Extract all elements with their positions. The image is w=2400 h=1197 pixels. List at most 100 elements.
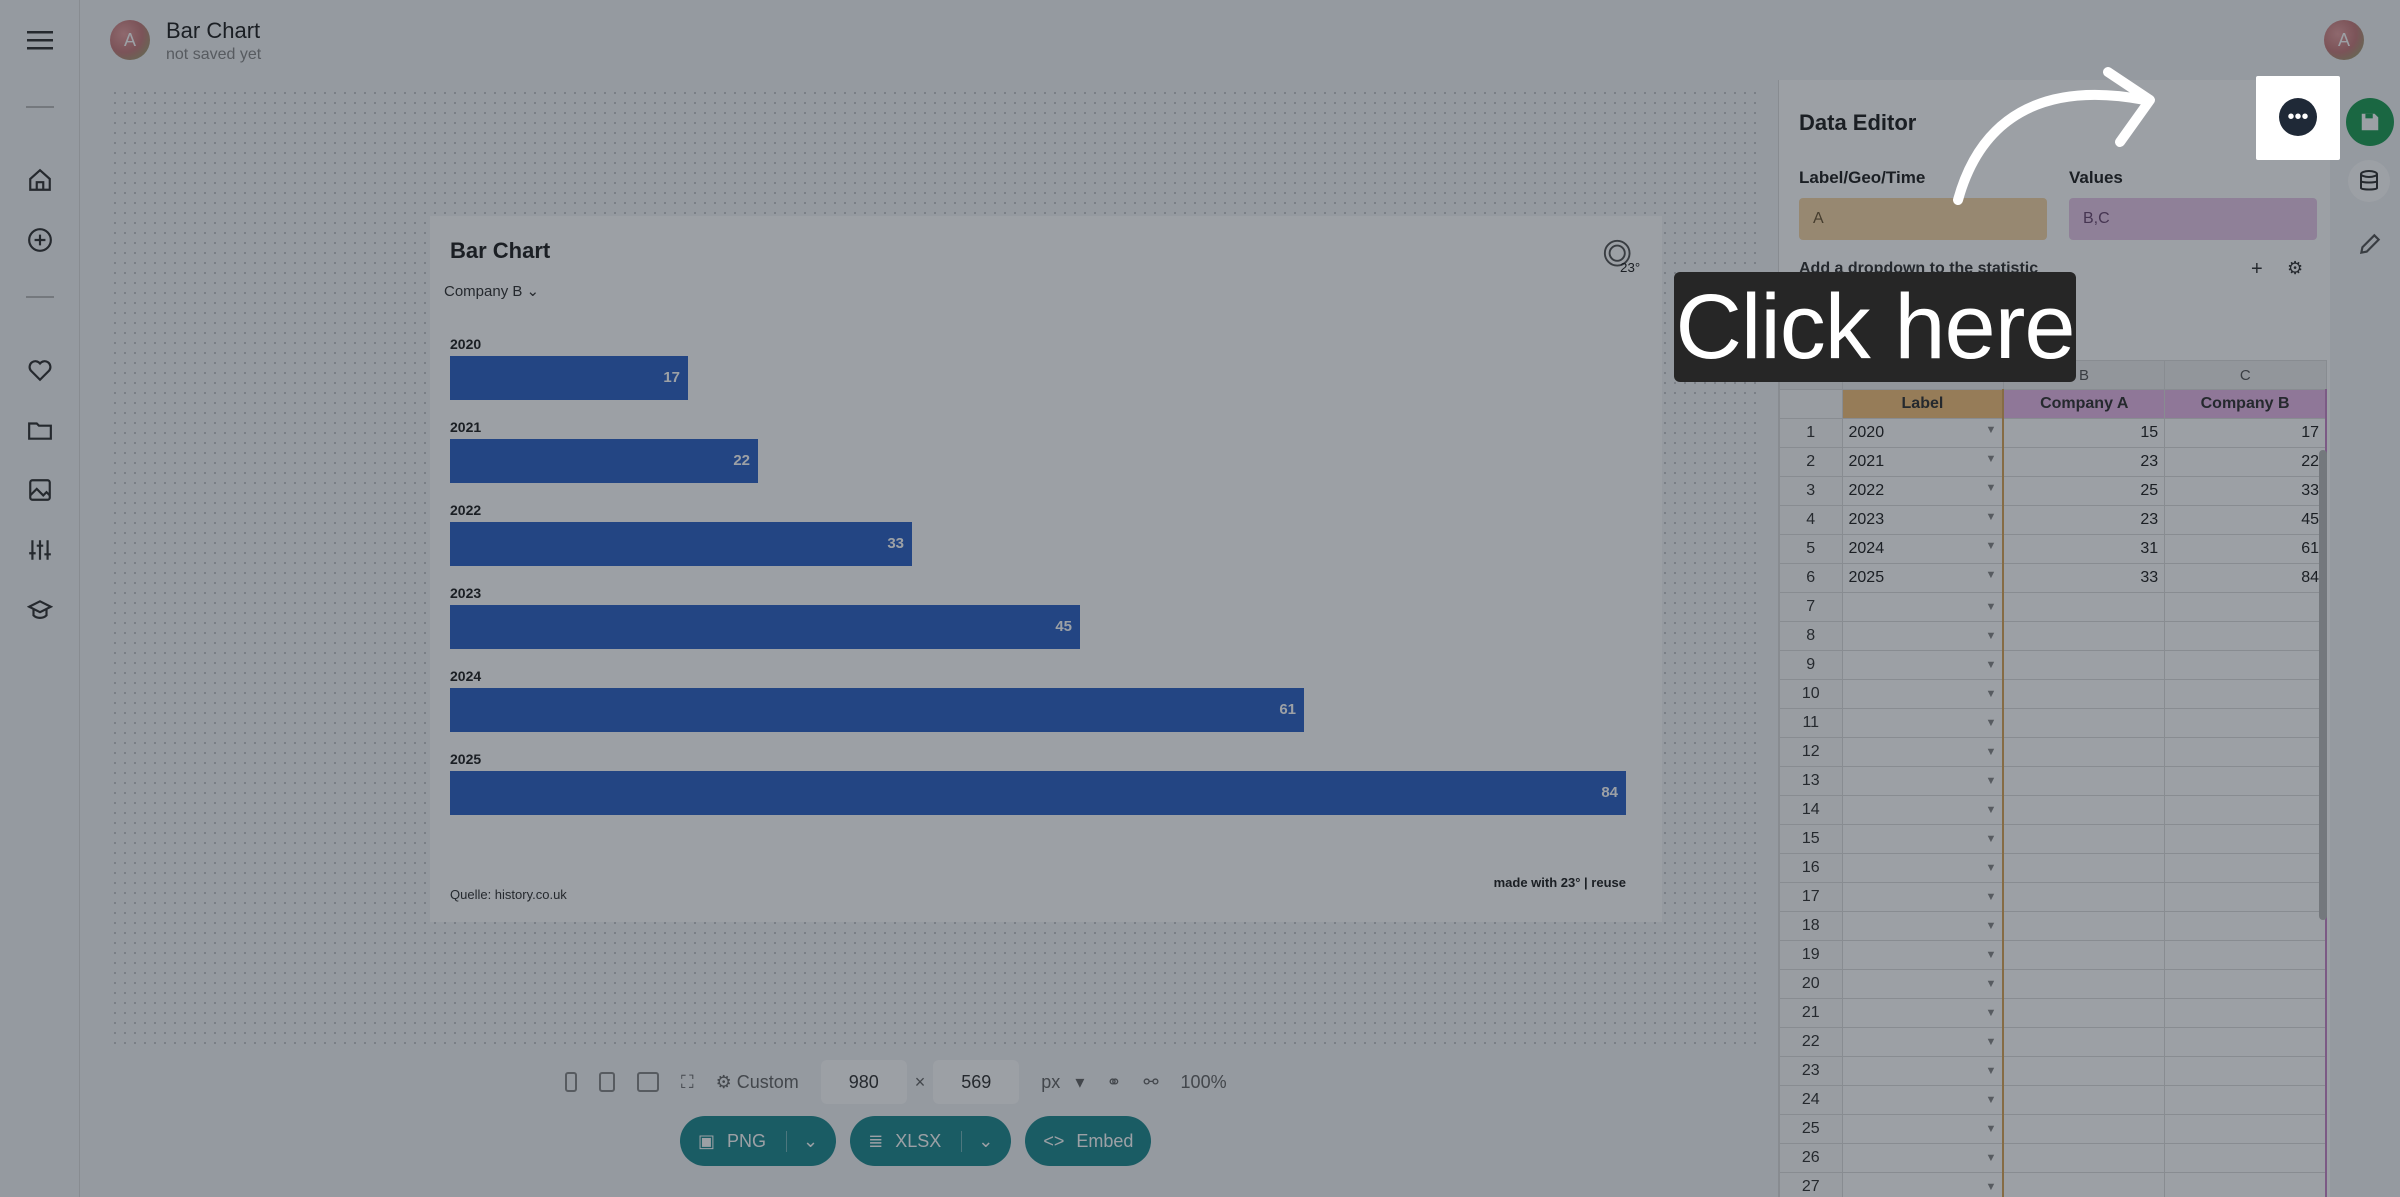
company-b-cell[interactable] xyxy=(2164,621,2328,651)
company-a-cell[interactable] xyxy=(2002,824,2166,854)
bar-2021[interactable]: 22 xyxy=(450,439,758,483)
company-a-cell[interactable] xyxy=(2002,882,2166,912)
company-a-cell[interactable] xyxy=(2002,1056,2166,1086)
cell-dropdown-icon[interactable]: ▼ xyxy=(1985,891,1996,903)
company-a-cell[interactable]: 25 xyxy=(2002,476,2166,506)
company-a-cell[interactable]: 15 xyxy=(2002,418,2166,448)
label-cell[interactable]: ▼ xyxy=(1841,708,2005,738)
label-cell[interactable]: ▼ xyxy=(1841,592,2005,622)
cell-dropdown-icon[interactable]: ▼ xyxy=(1985,833,1996,845)
label-cell[interactable]: ▼ xyxy=(1841,969,2005,999)
embed-button[interactable]: <> Embed xyxy=(1025,1116,1152,1166)
company-a-cell[interactable] xyxy=(2002,766,2166,796)
cell-dropdown-icon[interactable]: ▼ xyxy=(1985,1152,1996,1164)
xlsx-export-button[interactable]: ≣ XLSX ⌄ xyxy=(850,1116,1012,1166)
column-letter-c[interactable]: C xyxy=(2164,360,2327,390)
unlink-icon[interactable]: ⚯ xyxy=(1143,1072,1158,1093)
bar-2025[interactable]: 84 xyxy=(450,771,1626,815)
company-b-cell[interactable]: 17 xyxy=(2164,418,2328,448)
company-a-cell[interactable] xyxy=(2002,592,2166,622)
company-b-cell[interactable] xyxy=(2164,766,2328,796)
width-input[interactable]: 980 xyxy=(820,1060,907,1104)
company-b-cell[interactable] xyxy=(2164,592,2328,622)
cell-dropdown-icon[interactable]: ▼ xyxy=(1985,862,1996,874)
label-cell[interactable]: ▼ xyxy=(1841,737,2005,767)
label-cell[interactable]: ▼ xyxy=(1841,940,2005,970)
label-cell[interactable]: ▼ xyxy=(1841,853,2005,883)
company-a-cell[interactable] xyxy=(2002,737,2166,767)
company-b-cell[interactable] xyxy=(2164,882,2328,912)
label-cell[interactable]: 2025 ▼ xyxy=(1841,563,2005,593)
label-cell[interactable]: ▼ xyxy=(1841,1143,2005,1173)
label-cell[interactable]: ▼ xyxy=(1841,911,2005,941)
label-cell[interactable]: ▼ xyxy=(1841,1085,2005,1115)
gear-icon[interactable]: ⚙ xyxy=(2287,258,2303,279)
company-a-cell[interactable] xyxy=(2002,650,2166,680)
label-cell[interactable]: ▼ xyxy=(1841,1027,2005,1057)
cell-dropdown-icon[interactable]: ▼ xyxy=(1985,453,1996,465)
company-a-cell[interactable]: 33 xyxy=(2002,563,2166,593)
graduation-cap-icon[interactable] xyxy=(24,594,56,626)
label-cell[interactable]: ▼ xyxy=(1841,1056,2005,1086)
cell-dropdown-icon[interactable]: ▼ xyxy=(1985,920,1996,932)
add-dropdown-plus-icon[interactable]: + xyxy=(2251,258,2263,281)
company-a-cell[interactable] xyxy=(2002,1114,2166,1144)
label-cell[interactable]: ▼ xyxy=(1841,621,2005,651)
save-button[interactable] xyxy=(2346,98,2394,146)
image-icon[interactable] xyxy=(24,474,56,506)
company-b-cell[interactable]: 33 xyxy=(2164,476,2328,506)
link-icon[interactable]: ⚭ xyxy=(1106,1072,1121,1093)
grid-scrollbar[interactable] xyxy=(2319,450,2327,920)
label-cell[interactable]: 2024 ▼ xyxy=(1841,534,2005,564)
cell-dropdown-icon[interactable]: ▼ xyxy=(1985,511,1996,523)
label-cell[interactable]: 2021 ▼ xyxy=(1841,447,2005,477)
cell-dropdown-icon[interactable]: ▼ xyxy=(1985,1036,1996,1048)
size-preset[interactable]: ⚙ Custom xyxy=(716,1072,799,1093)
user-avatar[interactable]: A xyxy=(2324,20,2364,60)
sliders-icon[interactable] xyxy=(24,534,56,566)
label-cell[interactable]: ▼ xyxy=(1841,679,2005,709)
bar-2024[interactable]: 61 xyxy=(450,688,1304,732)
label-cell[interactable]: ▼ xyxy=(1841,795,2005,825)
company-b-cell[interactable]: 22 xyxy=(2164,447,2328,477)
company-a-cell[interactable] xyxy=(2002,708,2166,738)
header-company-b[interactable]: Company B xyxy=(2164,389,2328,419)
header-company-a[interactable]: Company A xyxy=(2002,389,2166,419)
company-a-cell[interactable] xyxy=(2002,1027,2166,1057)
company-b-cell[interactable] xyxy=(2164,1172,2328,1197)
cell-dropdown-icon[interactable]: ▼ xyxy=(1985,717,1996,729)
chevron-down-icon[interactable]: ⌄ xyxy=(961,1130,993,1152)
company-a-cell[interactable] xyxy=(2002,1085,2166,1115)
hamburger-icon[interactable] xyxy=(24,24,56,56)
plus-circle-icon[interactable] xyxy=(24,224,56,256)
company-a-cell[interactable]: 23 xyxy=(2002,505,2166,535)
mobile-icon[interactable] xyxy=(565,1072,577,1092)
label-cell[interactable]: 2023 ▼ xyxy=(1841,505,2005,535)
cell-dropdown-icon[interactable]: ▼ xyxy=(1985,949,1996,961)
cell-dropdown-icon[interactable]: ▼ xyxy=(1985,601,1996,613)
company-b-cell[interactable]: 84 xyxy=(2164,563,2328,593)
fullscreen-icon[interactable]: ⛶ xyxy=(681,1072,694,1093)
company-b-cell[interactable] xyxy=(2164,679,2328,709)
company-a-cell[interactable] xyxy=(2002,621,2166,651)
folder-icon[interactable] xyxy=(24,414,56,446)
cell-dropdown-icon[interactable]: ▼ xyxy=(1985,775,1996,787)
company-a-cell[interactable] xyxy=(2002,1172,2166,1197)
company-b-cell[interactable] xyxy=(2164,795,2328,825)
edit-tab-button[interactable] xyxy=(2352,226,2388,262)
company-b-cell[interactable] xyxy=(2164,824,2328,854)
company-a-cell[interactable]: 23 xyxy=(2002,447,2166,477)
tablet-icon[interactable] xyxy=(599,1072,615,1092)
document-title[interactable]: Bar Chart xyxy=(166,18,260,44)
company-b-cell[interactable] xyxy=(2164,650,2328,680)
company-a-cell[interactable] xyxy=(2002,998,2166,1028)
cell-dropdown-icon[interactable]: ▼ xyxy=(1985,1007,1996,1019)
home-icon[interactable] xyxy=(24,164,56,196)
company-b-cell[interactable] xyxy=(2164,998,2328,1028)
company-a-cell[interactable] xyxy=(2002,1143,2166,1173)
company-b-cell[interactable] xyxy=(2164,1027,2328,1057)
company-a-cell[interactable] xyxy=(2002,940,2166,970)
company-b-cell[interactable] xyxy=(2164,1056,2328,1086)
company-a-cell[interactable]: 31 xyxy=(2002,534,2166,564)
chevron-down-icon[interactable]: ⌄ xyxy=(786,1130,818,1152)
